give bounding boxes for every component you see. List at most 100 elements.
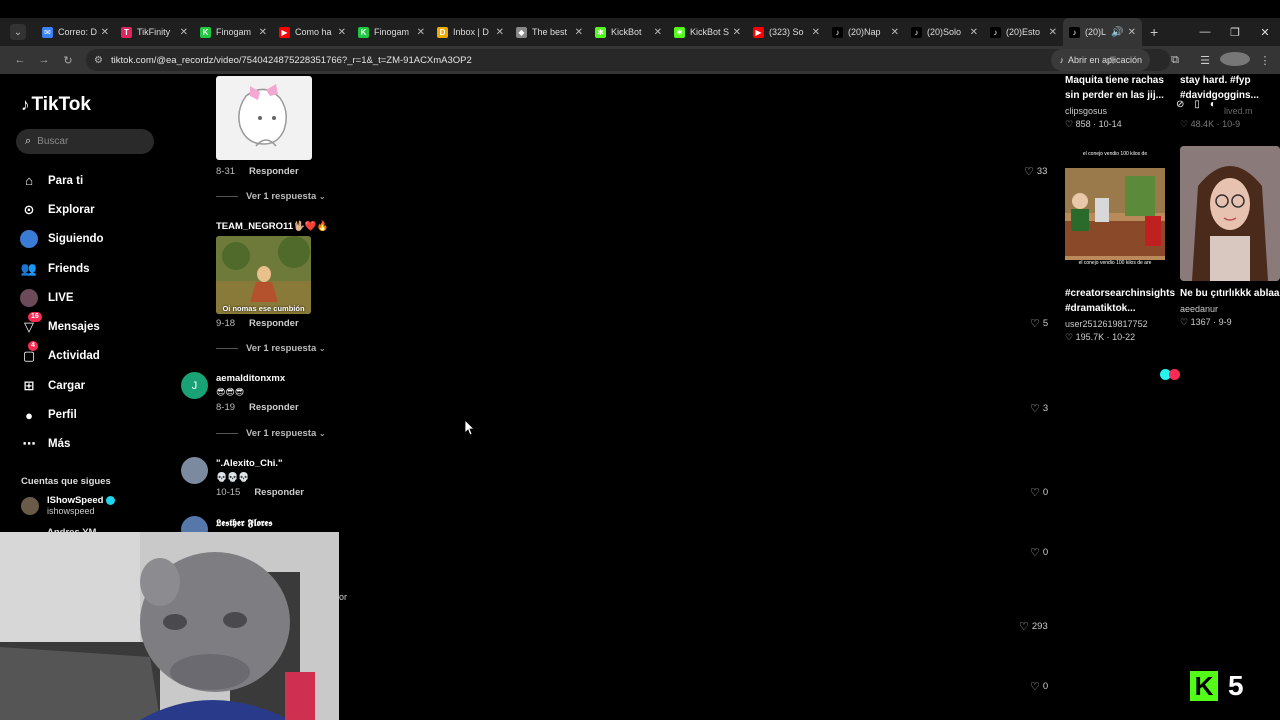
tab-close-icon[interactable]: ✕	[1128, 27, 1136, 38]
sidebar-item-live[interactable]: LIVE	[20, 283, 104, 312]
reply-button[interactable]: Responder	[249, 402, 299, 413]
profile-avatar[interactable]	[1220, 51, 1250, 69]
browser-tab[interactable]: K Finogam ✕	[194, 18, 273, 46]
browser-tab[interactable]: ♪ (20)Nap ✕	[826, 18, 905, 46]
browser-tab[interactable]: ✱ KickBot S ✕	[668, 18, 747, 46]
bookmark-star-icon[interactable]: ☆	[1096, 54, 1126, 67]
avatar[interactable]: J	[181, 372, 208, 399]
restore-icon[interactable]: ❐	[1220, 18, 1250, 46]
video-title[interactable]: Maquita tiene rachas sin perder en las j…	[1065, 73, 1170, 103]
video-author[interactable]: user2512619817752	[1065, 319, 1148, 329]
mouse-cursor-icon	[464, 419, 475, 441]
tab-close-icon[interactable]: ✕	[654, 27, 662, 38]
back-icon[interactable]: ←	[8, 48, 32, 72]
browser-tab[interactable]: K Finogam ✕	[352, 18, 431, 46]
browser-tab[interactable]: D Inbox | D ✕	[431, 18, 510, 46]
comment-sticker-image[interactable]	[216, 76, 312, 160]
sidebar-item-para-ti[interactable]: ⌂ Para ti	[20, 166, 104, 195]
tab-close-icon[interactable]: ✕	[970, 27, 978, 38]
sidebar-item-friends[interactable]: 👥 Friends	[20, 254, 104, 283]
comment-like-button[interactable]: ♡ 0	[1030, 546, 1048, 559]
address-bar[interactable]: ⚙ tiktok.com/@ea_recordz/video/754042487…	[86, 49, 1170, 71]
notification-badge: 16	[28, 312, 42, 323]
browser-tab[interactable]: ◆ The best ✕	[510, 18, 589, 46]
reply-button[interactable]: Responder	[254, 487, 304, 498]
browser-tab[interactable]: T TikFinity ✕	[115, 18, 194, 46]
comment-like-button[interactable]: ♡ 0	[1030, 680, 1048, 693]
site-info-icon[interactable]: ⚙	[94, 55, 103, 66]
reply-button[interactable]: Responder	[249, 318, 299, 329]
new-tab-button[interactable]: +	[1150, 24, 1158, 40]
tab-favicon-icon: ♪	[1069, 26, 1080, 38]
browser-tab[interactable]: ▶ (323) So ✕	[747, 18, 826, 46]
sidebar-item-mensajes[interactable]: ▽ 16 Mensajes	[20, 312, 104, 341]
browser-tab[interactable]: ✉ Correo: D ✕	[36, 18, 115, 46]
video-thumbnail[interactable]	[1180, 146, 1280, 281]
sidebar-item-perfil[interactable]: ● Perfil	[20, 400, 104, 429]
comment-username[interactable]: aemalditonxmx	[216, 373, 285, 384]
close-window-icon[interactable]: ✕	[1250, 18, 1280, 46]
sidebar-item-explorar[interactable]: ⊙ Explorar	[20, 195, 104, 224]
tab-favicon-icon: T	[121, 26, 132, 38]
browser-tab[interactable]: ♪ (20)Esto ✕	[984, 18, 1063, 46]
media-icon[interactable]: ☰	[1190, 54, 1220, 67]
minimize-icon[interactable]: —	[1190, 18, 1220, 46]
comment-like-button[interactable]: ♡ 33	[1024, 165, 1047, 178]
video-title[interactable]: Ne bu çıtırlıkkk ablaa	[1180, 286, 1280, 301]
comment-like-button[interactable]: ♡ 293	[1019, 620, 1048, 633]
tab-close-icon[interactable]: ✕	[1049, 27, 1057, 38]
tab-close-icon[interactable]: ✕	[180, 27, 188, 38]
video-author[interactable]: clipsgosus	[1065, 106, 1107, 116]
tab-audio-icon[interactable]: 🔊	[1111, 27, 1123, 38]
comment-username[interactable]: 𝕷𝖊𝖘𝖙𝖍𝖊𝖗 𝕱𝖑𝖔𝖗𝖊𝖘	[216, 518, 273, 529]
tab-close-icon[interactable]: ✕	[101, 27, 109, 38]
sidebar-item-siguiendo[interactable]: Siguiendo	[20, 225, 104, 254]
view-replies-button[interactable]: Ver 1 respuesta ⌄	[216, 428, 326, 439]
sidebar-item-actividad[interactable]: ▢ 4 Actividad	[20, 341, 104, 371]
search-input[interactable]: ⌕ Buscar	[16, 129, 154, 154]
reply-button[interactable]: Responder	[249, 166, 299, 177]
forward-icon[interactable]: →	[32, 48, 56, 72]
reload-icon[interactable]: ↻	[56, 48, 80, 72]
window-controls: — ❐ ✕	[1190, 18, 1280, 46]
tab-search-dropdown-icon[interactable]: ⌄	[10, 24, 26, 40]
comment-like-button[interactable]: ♡ 0	[1030, 486, 1048, 499]
menu-icon[interactable]: ⋮	[1250, 54, 1280, 67]
tab-close-icon[interactable]: ✕	[338, 27, 346, 38]
avatar[interactable]	[181, 457, 208, 484]
video-thumbnail[interactable]: el conejo vendio 100 kilos de el conejo …	[1065, 146, 1165, 281]
comment-like-button[interactable]: ♡ 5	[1030, 317, 1048, 330]
comment-username[interactable]: TEAM_NEGRO11🖖🏼❤️🔥	[216, 221, 329, 232]
phone-icon[interactable]: ▯	[1194, 99, 1200, 110]
sidebar-item-cargar[interactable]: ⊞ Cargar	[20, 371, 104, 400]
sidebar-item-más[interactable]: ⋯ Más	[20, 430, 104, 459]
browser-tab[interactable]: ▶ Como ha ✕	[273, 18, 352, 46]
video-author[interactable]: aeedanur	[1180, 304, 1218, 314]
tab-close-icon[interactable]: ✕	[259, 27, 267, 38]
comment-gif-image[interactable]: Oi nomas ese cumbión	[216, 236, 311, 314]
video-author[interactable]: lived.m	[1224, 106, 1253, 116]
link-icon[interactable]: ⊘	[1176, 99, 1184, 110]
browser-tab[interactable]: ♪ (20)Solo ✕	[905, 18, 984, 46]
tiktok-logo[interactable]: ♪ TikTok	[21, 94, 91, 116]
tab-close-icon[interactable]: ✕	[812, 27, 820, 38]
search-icon: ⌕	[25, 135, 32, 147]
comment-username[interactable]: ".Alexito_Chi."	[216, 458, 283, 469]
theme-toggle-icon[interactable]: ◐	[1210, 99, 1216, 110]
video-title[interactable]: #creatorsearchinsights #dramatiktok...	[1065, 286, 1175, 316]
tab-favicon-icon: ✱	[674, 26, 685, 38]
tab-close-icon[interactable]: ✕	[417, 27, 425, 38]
view-replies-button[interactable]: Ver 1 respuesta ⌄	[216, 343, 326, 354]
tab-close-icon[interactable]: ✕	[575, 27, 583, 38]
browser-tab[interactable]: ♪ (20)L 🔊 ✕	[1063, 18, 1142, 46]
tab-close-icon[interactable]: ✕	[733, 27, 741, 38]
extensions-icon[interactable]: ⧉	[1160, 54, 1190, 67]
view-replies-button[interactable]: Ver 1 respuesta ⌄	[216, 191, 326, 202]
following-item-ishowspeed[interactable]: IShowSpeed ishowspeed	[21, 495, 116, 516]
tab-close-icon[interactable]: ✕	[891, 27, 899, 38]
following-icon	[20, 230, 38, 249]
browser-tab[interactable]: ✱ KickBot ✕	[589, 18, 668, 46]
comment-like-button[interactable]: ♡ 3	[1030, 402, 1048, 415]
tab-close-icon[interactable]: ✕	[496, 27, 504, 38]
mini-player-controls: ⊘ ▯ ◐	[1176, 99, 1216, 110]
